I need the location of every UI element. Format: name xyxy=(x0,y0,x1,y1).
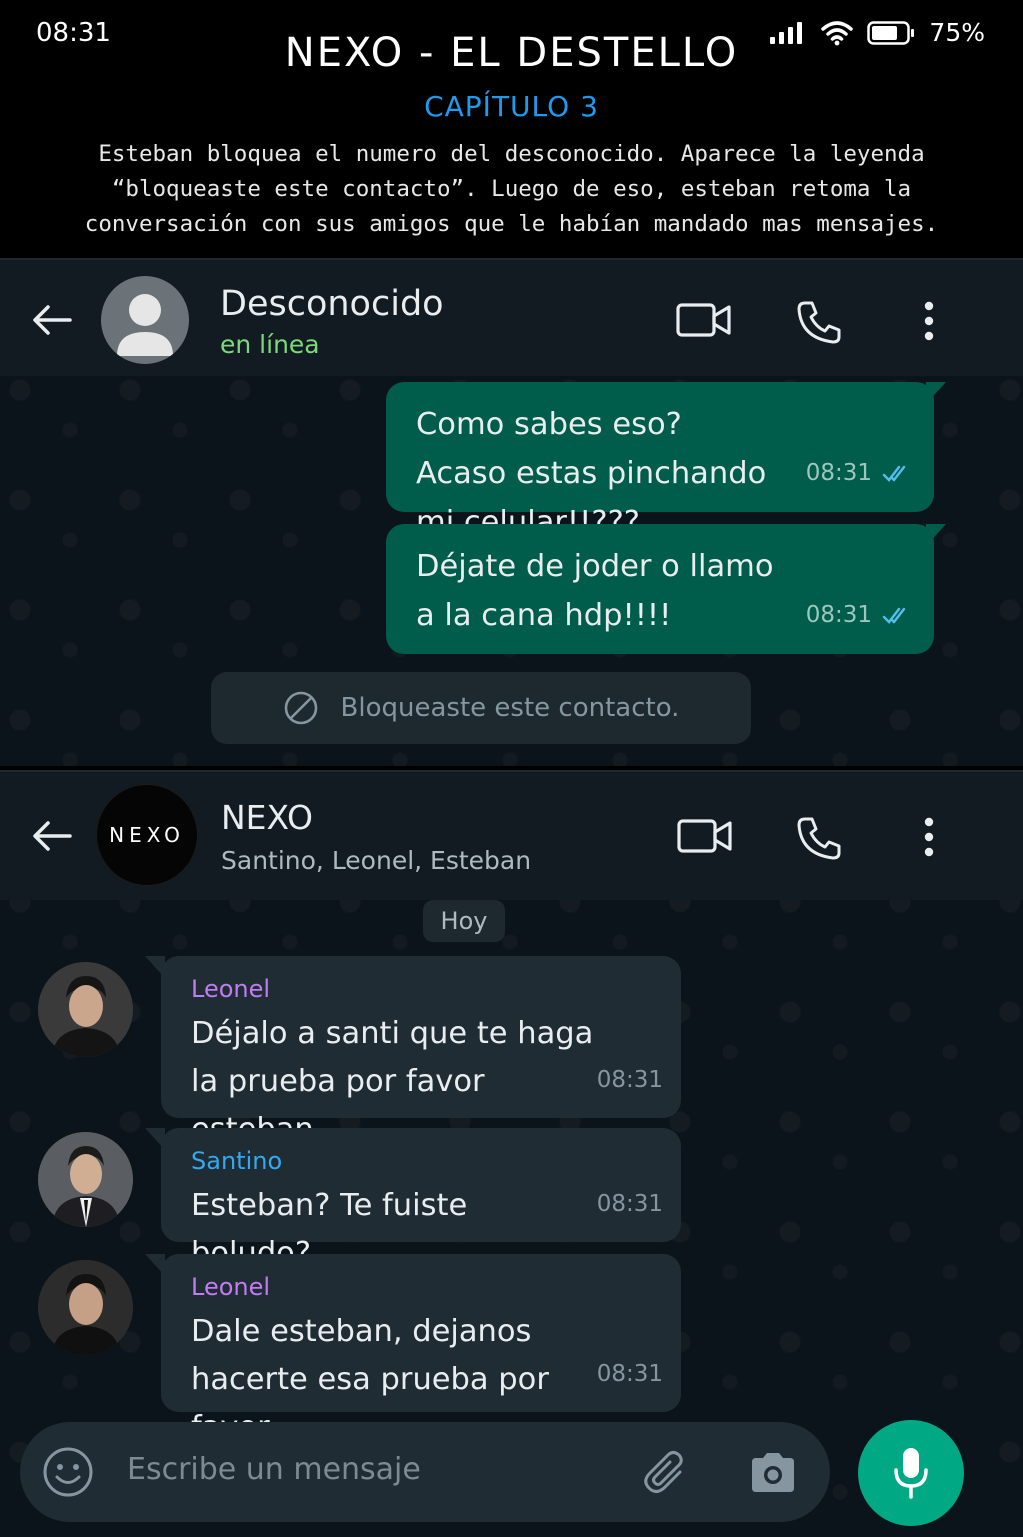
back-arrow-icon[interactable] xyxy=(30,818,74,854)
sender-avatar-santino[interactable] xyxy=(38,1132,133,1227)
message-time: 08:31 xyxy=(805,602,872,628)
message-meta: 08:31 xyxy=(806,449,912,498)
message-time: 08:31 xyxy=(596,1361,663,1387)
person-portrait-icon xyxy=(38,1132,133,1227)
sender-name: Santino xyxy=(191,1147,283,1175)
mic-icon xyxy=(894,1448,928,1499)
chapter-label: CAPÍTULO 3 xyxy=(424,90,599,123)
blocked-notice-text: Bloqueaste este contacto. xyxy=(340,693,680,723)
message-input[interactable]: Escribe un mensaje xyxy=(127,1452,421,1487)
message-time: 08:31 xyxy=(805,460,872,486)
message-time: 08:31 xyxy=(596,1191,663,1217)
chat-header: NEXO NEXO Santino, Leonel, Esteban xyxy=(0,772,1023,900)
camera-icon[interactable] xyxy=(748,1450,798,1494)
message-time: 08:31 xyxy=(596,1067,663,1093)
incoming-message[interactable]: Leonel Déjalo a santi que te haga la pru… xyxy=(161,956,681,1147)
outgoing-message[interactable]: Déjate de joder o llamo a la cana hdp!!!… xyxy=(386,524,934,654)
contact-name[interactable]: Desconocido xyxy=(220,284,444,324)
bubble-tail xyxy=(926,524,946,546)
video-call-icon[interactable] xyxy=(676,300,732,340)
default-user-icon xyxy=(117,294,173,356)
group-name[interactable]: NEXO xyxy=(221,798,313,837)
bubble-tail xyxy=(926,382,946,404)
incoming-message[interactable]: Santino Esteban? Te fuiste boludo? 08:31 xyxy=(161,1128,681,1271)
message-meta: 08:31 xyxy=(806,591,912,640)
contact-status: en línea xyxy=(220,330,320,359)
person-portrait-icon xyxy=(38,962,133,1057)
double-check-icon xyxy=(882,465,906,482)
bubble-tail xyxy=(145,956,165,978)
message-composer: Escribe un mensaje xyxy=(20,1422,830,1522)
person-portrait-icon xyxy=(38,1260,133,1355)
phone-icon[interactable] xyxy=(796,300,842,344)
bubble-tail xyxy=(145,1128,165,1150)
incoming-message[interactable]: Leonel Dale esteban, dejanos hacerte esa… xyxy=(161,1254,681,1445)
phone-icon[interactable] xyxy=(796,816,842,860)
outgoing-message[interactable]: Como sabes eso? Acaso estas pinchando mi… xyxy=(386,382,934,540)
blocked-contact-notice: Bloqueaste este contacto. xyxy=(211,672,751,744)
group-avatar-logo[interactable]: NEXO xyxy=(96,784,198,886)
bubble-tail xyxy=(145,1254,165,1276)
sender-name: Leonel xyxy=(191,1273,271,1301)
chat-header: Desconocido en línea xyxy=(0,260,1023,376)
story-title: NEXO - EL DESTELLO xyxy=(284,30,739,76)
mic-button[interactable] xyxy=(858,1420,964,1526)
back-arrow-icon[interactable] xyxy=(30,302,74,338)
video-call-icon[interactable] xyxy=(677,816,733,856)
date-chip: Hoy xyxy=(423,900,505,942)
double-check-icon xyxy=(882,607,906,624)
group-members: Santino, Leonel, Esteban xyxy=(221,846,532,875)
chat-panel-desconocido: Desconocido en línea Como sabes eso? Aca… xyxy=(0,258,1023,766)
sender-name: Leonel xyxy=(191,975,271,1003)
more-vert-icon[interactable] xyxy=(921,300,937,344)
chat-panel-nexo-group: NEXO NEXO Santino, Leonel, Esteban Hoy L… xyxy=(0,770,1023,1537)
sender-avatar-leonel[interactable] xyxy=(38,1260,133,1355)
block-icon xyxy=(284,691,317,725)
emoji-icon[interactable] xyxy=(42,1446,94,1498)
chapter-synopsis: Esteban bloquea el numero del desconocid… xyxy=(84,141,939,237)
contact-avatar[interactable] xyxy=(101,276,189,364)
attach-icon[interactable] xyxy=(642,1450,692,1496)
sender-avatar-leonel[interactable] xyxy=(38,962,133,1057)
more-vert-icon[interactable] xyxy=(921,816,937,860)
